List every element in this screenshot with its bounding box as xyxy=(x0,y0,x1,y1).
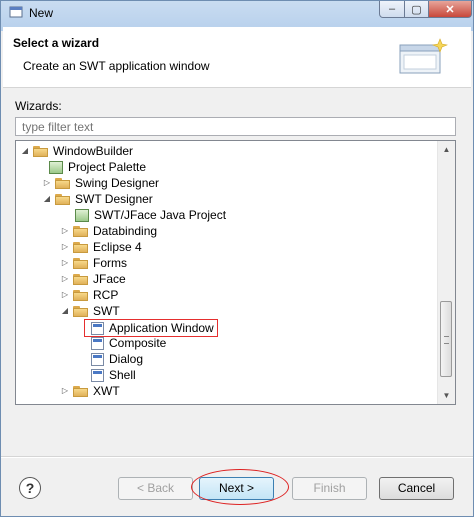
tree-item-label: Eclipse 4 xyxy=(93,240,142,254)
tree-item-swt[interactable]: ◢ SWT xyxy=(60,303,120,319)
expand-arrow-icon[interactable]: ▷ xyxy=(60,223,70,239)
tree-item-windowbuilder[interactable]: ◢ WindowBuilder xyxy=(20,143,133,159)
tree-item-label: SWT Designer xyxy=(75,192,153,206)
tree-item-swt-designer[interactable]: ◢ SWT Designer xyxy=(42,191,153,207)
tree-item-project-palette[interactable]: Project Palette xyxy=(46,159,146,175)
folder-icon xyxy=(55,177,70,189)
folder-icon xyxy=(73,273,88,285)
expand-arrow-icon[interactable]: ▷ xyxy=(60,383,70,399)
expand-arrow-icon[interactable]: ▷ xyxy=(60,239,70,255)
tree-item-label: XWT xyxy=(93,384,120,398)
folder-icon xyxy=(55,193,70,205)
tree-item-label: SWT/JFace Java Project xyxy=(94,208,227,222)
tree-item-label: Databinding xyxy=(93,224,158,238)
header-title: Select a wizard xyxy=(13,36,100,50)
tree-item-label: Forms xyxy=(93,256,127,270)
expand-arrow-icon[interactable]: ▷ xyxy=(60,271,70,287)
vertical-scrollbar[interactable]: ▲ ▼ xyxy=(437,141,455,404)
tree-item-dialog[interactable]: Dialog xyxy=(88,351,143,367)
tree-item-forms[interactable]: ▷ Forms xyxy=(60,255,127,271)
tree-item-swt-jface-java-project[interactable]: SWT/JFace Java Project xyxy=(72,207,226,223)
wizard-tree[interactable]: ◢ WindowBuilder Project Palette ▷ Swing … xyxy=(15,140,456,405)
scroll-down-arrow-icon[interactable]: ▼ xyxy=(438,387,455,404)
tree-item-label: Swing Designer xyxy=(75,176,160,190)
scroll-up-arrow-icon[interactable]: ▲ xyxy=(438,141,455,158)
finish-button[interactable]: Finish xyxy=(292,477,367,500)
cancel-button[interactable]: Cancel xyxy=(379,477,454,500)
window-file-icon xyxy=(91,321,104,335)
tree-item-label: Project Palette xyxy=(68,160,147,174)
tree-item-label: Dialog xyxy=(109,352,144,366)
collapse-arrow-icon[interactable]: ◢ xyxy=(42,191,52,207)
folder-icon xyxy=(33,145,48,157)
tree-item-xwt[interactable]: ▷ XWT xyxy=(60,383,120,399)
tree-item-databinding[interactable]: ▷ Databinding xyxy=(60,223,157,239)
wizards-label: Wizards: xyxy=(15,99,62,113)
folder-icon xyxy=(73,289,88,301)
expand-arrow-icon[interactable]: ▷ xyxy=(60,255,70,271)
collapse-arrow-icon[interactable]: ◢ xyxy=(60,303,70,319)
help-button[interactable]: ? xyxy=(19,477,41,499)
filter-input[interactable] xyxy=(15,117,456,136)
collapse-arrow-icon[interactable]: ◢ xyxy=(20,143,30,159)
tree-item-shell[interactable]: Shell xyxy=(88,367,136,383)
folder-icon xyxy=(73,257,88,269)
footer-divider xyxy=(1,456,473,458)
tree-item-label: Composite xyxy=(109,336,167,350)
window-file-icon xyxy=(91,336,104,350)
maximize-button[interactable]: ▢ xyxy=(404,1,429,18)
folder-icon xyxy=(73,241,88,253)
eclipse-app-icon xyxy=(9,6,23,18)
folder-icon xyxy=(73,225,88,237)
folder-icon xyxy=(73,305,88,317)
minimize-button[interactable]: – xyxy=(379,1,405,18)
tree-item-label: Application Window xyxy=(109,321,214,335)
header-description: Create an SWT application window xyxy=(23,59,210,73)
expand-arrow-icon[interactable]: ▷ xyxy=(60,287,70,303)
tree-item-label: Shell xyxy=(109,368,136,382)
tree-item-label: JFace xyxy=(93,272,126,286)
project-icon xyxy=(75,208,89,222)
window-file-icon xyxy=(91,352,104,366)
wizard-banner-icon xyxy=(399,38,448,74)
tree-item-composite[interactable]: Composite xyxy=(88,335,166,351)
title-bar[interactable]: New – ▢ ✕ xyxy=(1,1,473,23)
tree-item-rcp[interactable]: ▷ RCP xyxy=(60,287,118,303)
tree-item-label: WindowBuilder xyxy=(53,144,134,158)
window-file-icon xyxy=(91,368,104,382)
grip-icon xyxy=(444,336,449,344)
scrollbar-thumb[interactable] xyxy=(440,301,452,377)
next-button[interactable]: Next > xyxy=(199,477,274,500)
close-button[interactable]: ✕ xyxy=(428,1,472,18)
back-button[interactable]: < Back xyxy=(118,477,193,500)
tree-item-label: SWT xyxy=(93,304,120,318)
folder-icon xyxy=(73,385,88,397)
wizard-header: Select a wizard Create an SWT applicatio… xyxy=(3,27,471,88)
tree-item-jface[interactable]: ▷ JFace xyxy=(60,271,126,287)
palette-icon xyxy=(49,160,63,174)
tree-item-eclipse-4[interactable]: ▷ Eclipse 4 xyxy=(60,239,142,255)
window-title: New xyxy=(29,6,54,20)
expand-arrow-icon[interactable]: ▷ xyxy=(42,175,52,191)
tree-item-label: RCP xyxy=(93,288,119,302)
tree-item-swing-designer[interactable]: ▷ Swing Designer xyxy=(42,175,159,191)
new-wizard-window: New – ▢ ✕ Select a wizard Create an SWT … xyxy=(0,0,474,517)
